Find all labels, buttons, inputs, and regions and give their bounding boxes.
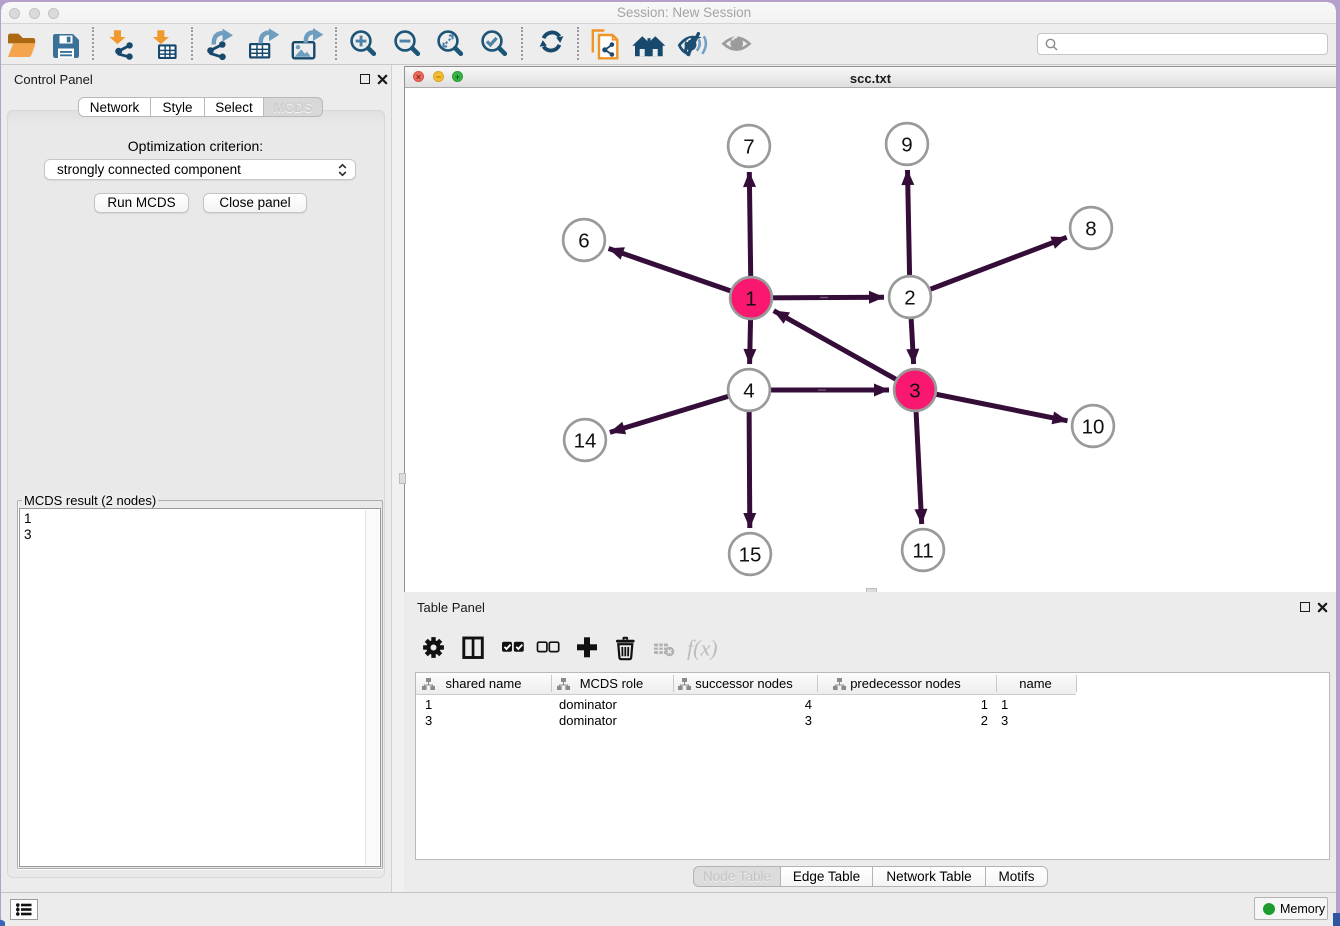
- svg-text:3: 3: [909, 380, 920, 403]
- svg-text:10: 10: [1082, 416, 1105, 439]
- svg-text:8: 8: [1085, 218, 1096, 241]
- svg-text:15: 15: [739, 544, 762, 567]
- svg-text:4: 4: [743, 380, 754, 403]
- svg-text:6: 6: [578, 230, 589, 253]
- svg-text:7: 7: [743, 136, 754, 159]
- svg-text:9: 9: [901, 134, 912, 157]
- svg-text:2: 2: [904, 287, 915, 310]
- svg-text:11: 11: [912, 540, 933, 563]
- svg-text:14: 14: [574, 430, 597, 453]
- svg-text:1: 1: [745, 288, 756, 311]
- svg-text:f(x): f(x): [687, 636, 718, 661]
